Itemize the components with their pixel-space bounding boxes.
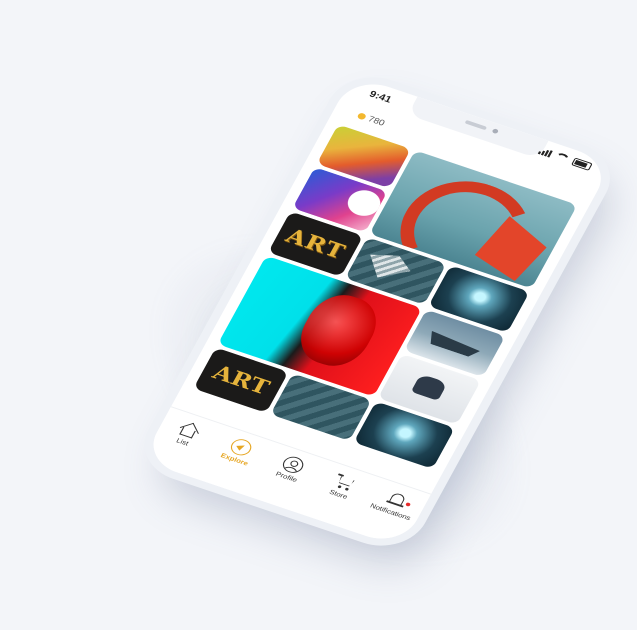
status-time: 9:41 <box>367 89 394 106</box>
art-text-2: ART <box>208 360 274 400</box>
tab-notifications[interactable]: Notifications <box>364 484 427 524</box>
home-icon <box>176 419 203 440</box>
bell-icon <box>384 489 412 510</box>
cart-icon <box>332 472 359 493</box>
phone-notch <box>407 96 549 159</box>
compass-icon <box>227 436 255 458</box>
art-text: ART <box>281 223 350 265</box>
battery-icon <box>571 157 593 171</box>
coin-icon <box>356 111 368 120</box>
profile-icon <box>279 454 307 476</box>
tab-label-list: List <box>174 437 190 448</box>
tab-profile[interactable]: Profile <box>260 449 323 489</box>
camera <box>491 128 500 135</box>
speaker <box>464 119 488 131</box>
wifi-icon <box>553 151 571 164</box>
status-icons <box>537 146 593 171</box>
coin-balance[interactable]: 780 <box>356 111 387 128</box>
coin-count: 780 <box>366 114 387 128</box>
signal-icon <box>537 147 554 158</box>
tab-list[interactable]: List <box>156 414 219 454</box>
scene: 9:41 780 ART ART List Explore Profile St… <box>0 0 637 630</box>
notification-dot <box>405 502 412 507</box>
tab-explore[interactable]: Explore <box>208 432 271 472</box>
tab-store[interactable]: Store <box>312 467 375 507</box>
